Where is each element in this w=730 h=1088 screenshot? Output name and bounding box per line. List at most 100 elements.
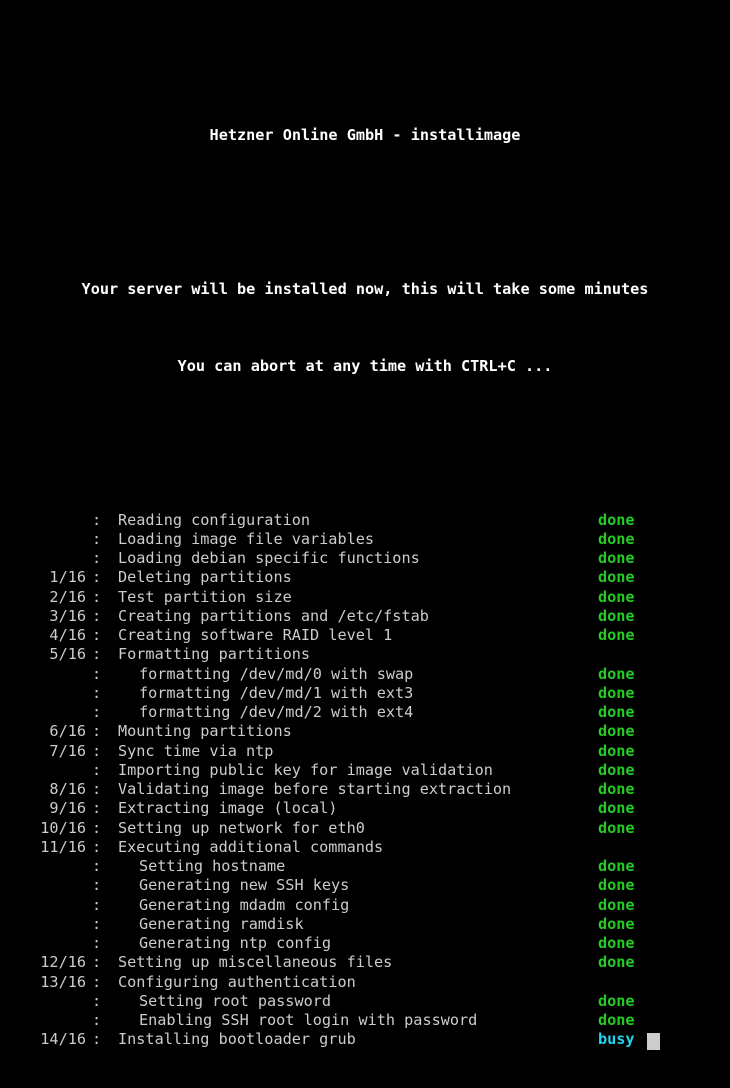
installer-title: Hetzner Online GmbH - installimage (209, 125, 521, 144)
install-step-row: 2/16: Test partition size done (0, 588, 730, 607)
step-counter: 2/16 (49, 587, 86, 606)
sub-step-label: Generating ntp config (139, 934, 332, 952)
step-separator-colon: : (92, 953, 102, 972)
step-separator-colon: : (92, 587, 102, 606)
step-counter: 13/16 (40, 972, 86, 991)
step-separator-colon: : (92, 683, 102, 702)
step-label: Creating partitions and /etc/fstab (118, 606, 429, 625)
step-label: Sync time via ntp (118, 741, 274, 760)
step-separator-colon: : (92, 722, 102, 741)
install-notice-line-1: Your server will be installed now, this … (0, 280, 730, 299)
step-separator-colon: : (92, 1030, 102, 1049)
step-separator-colon: : (92, 934, 102, 952)
step-label: Extracting image (local) (118, 799, 338, 818)
step-label: Deleting partitions (118, 568, 292, 587)
step-separator-colon: : (92, 760, 102, 779)
install-step-row: 3/16: Creating partitions and /etc/fstab d… (0, 607, 730, 626)
step-separator-colon: : (92, 991, 102, 1010)
step-separator-colon: : (92, 664, 102, 683)
install-step-row: : Generating mdadm config done (0, 896, 730, 915)
step-label: Importing public key for image validatio… (118, 760, 493, 779)
step-counter: 3/16 (49, 606, 86, 625)
step-separator-colon: : (92, 626, 102, 644)
status-done-badge: done (598, 857, 635, 875)
status-done-badge: done (598, 760, 635, 779)
install-step-row: : Enabling SSH root login with password do… (0, 1011, 730, 1030)
step-separator-colon: : (92, 703, 102, 721)
install-step-row: : Setting root password done (0, 992, 730, 1011)
step-counter: 7/16 (49, 741, 86, 760)
step-separator-colon: : (92, 837, 102, 856)
sub-step-label: formatting /dev/md/0 with swap (139, 664, 414, 683)
step-counter: 12/16 (40, 953, 86, 972)
status-done-badge: done (598, 914, 635, 933)
step-separator-colon: : (92, 895, 102, 914)
status-done-badge: done (598, 683, 635, 702)
sub-step-label: Enabling SSH root login with password (139, 1011, 478, 1029)
status-busy-badge: busy (598, 1030, 635, 1049)
step-counter: 5/16 (49, 645, 86, 664)
step-label: Setting up miscellaneous files (118, 953, 393, 972)
step-separator-colon: : (92, 1011, 102, 1029)
status-done-badge: done (598, 991, 635, 1010)
step-counter: 9/16 (49, 799, 86, 818)
install-step-row: 7/16: Sync time via ntp done (0, 742, 730, 761)
status-done-badge: done (598, 529, 635, 548)
step-separator-colon: : (92, 529, 102, 548)
terminal-cursor (647, 1033, 660, 1051)
install-step-row: : formatting /dev/md/0 with swap done (0, 665, 730, 684)
install-step-list: : Reading configuration done: Loading image… (0, 511, 730, 1051)
install-step-row: 6/16: Mounting partitions done (0, 722, 730, 741)
status-done-badge: done (598, 587, 635, 606)
spacer-after-title (0, 203, 730, 222)
step-label: Creating software RAID level 1 (118, 626, 393, 644)
step-separator-colon: : (92, 914, 102, 933)
step-label: Installing bootloader grub (118, 1030, 356, 1049)
step-counter: 14/16 (40, 1030, 86, 1049)
installer-title-line: Hetzner Online GmbH - installimage (0, 126, 730, 145)
install-step-row: : Reading configuration done (0, 511, 730, 530)
step-separator-colon: : (92, 972, 102, 991)
sub-step-label: Setting hostname (139, 857, 286, 875)
install-step-row: 13/16: Configuring authentication (0, 973, 730, 992)
sub-step-label: formatting /dev/md/1 with ext3 (139, 683, 414, 702)
install-step-row: : Generating new SSH keys done (0, 876, 730, 895)
step-separator-colon: : (92, 741, 102, 760)
status-done-badge: done (598, 722, 635, 741)
status-done-badge: done (598, 953, 635, 972)
install-step-row: : Generating ntp config done (0, 934, 730, 953)
install-notice-line-2: You can abort at any time with CTRL+C ..… (0, 357, 730, 376)
step-counter: 6/16 (49, 722, 86, 741)
step-separator-colon: : (92, 780, 102, 798)
step-label: Loading image file variables (118, 529, 375, 548)
status-done-badge: done (598, 741, 635, 760)
install-step-row: 5/16: Formatting partitions (0, 645, 730, 664)
install-step-row: 14/16: Installing bootloader grub busy (0, 1030, 730, 1051)
install-step-row: : Importing public key for image validati… (0, 761, 730, 780)
sub-step-label: formatting /dev/md/2 with ext4 (139, 703, 414, 721)
install-step-row: 12/16: Setting up miscellaneous files done (0, 953, 730, 972)
install-step-row: : Generating ramdisk done (0, 915, 730, 934)
step-separator-colon: : (92, 857, 102, 875)
step-label: Configuring authentication (118, 972, 356, 991)
status-done-badge: done (598, 626, 635, 644)
status-done-badge: done (598, 876, 635, 895)
status-done-badge: done (598, 799, 635, 818)
install-step-row: : Loading debian specific functions done (0, 549, 730, 568)
step-counter: 10/16 (40, 818, 86, 837)
status-done-badge: done (598, 818, 635, 837)
step-label: Mounting partitions (118, 722, 292, 741)
step-separator-colon: : (92, 818, 102, 837)
install-step-row: 9/16: Extracting image (local) done (0, 799, 730, 818)
step-separator-colon: : (92, 510, 102, 529)
install-step-row: 1/16: Deleting partitions done (0, 568, 730, 587)
install-step-row: : Setting hostname done (0, 857, 730, 876)
install-step-row: 11/16: Executing additional commands (0, 838, 730, 857)
status-done-badge: done (598, 606, 635, 625)
status-done-badge: done (598, 780, 635, 798)
status-done-badge: done (598, 703, 635, 721)
install-step-row: 4/16: Creating software RAID level 1 done (0, 626, 730, 645)
install-step-row: : formatting /dev/md/1 with ext3 done (0, 684, 730, 703)
step-label: Setting up network for eth0 (118, 818, 365, 837)
terminal-screen: Hetzner Online GmbH - installimage Your … (0, 0, 730, 1051)
